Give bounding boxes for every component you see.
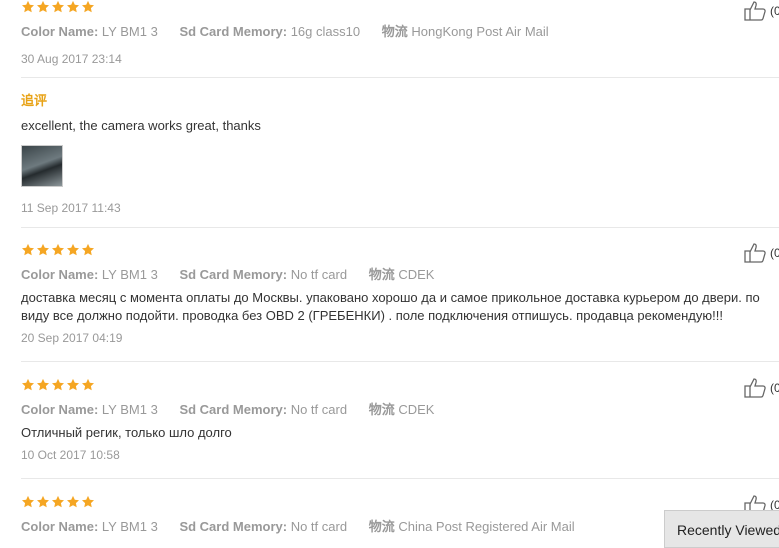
- color-name-value: LY BM1 3: [101, 519, 158, 534]
- shipping-value: HongKong Post Air Mail: [411, 24, 549, 39]
- sd-card-label: Sd Card Memory:: [179, 267, 288, 282]
- star-icon: [81, 243, 95, 256]
- rating-stars: [21, 378, 95, 392]
- shipping-label: 物流: [368, 402, 395, 417]
- star-icon: [21, 495, 35, 508]
- divider: [21, 478, 779, 479]
- divider: [21, 361, 779, 362]
- star-icon: [36, 0, 50, 13]
- recently-viewed-button[interactable]: Recently Viewed: [664, 510, 779, 548]
- star-icon: [51, 0, 65, 13]
- sd-card-label: Sd Card Memory:: [179, 519, 288, 534]
- rating-stars: [21, 495, 95, 509]
- star-icon: [21, 0, 35, 13]
- review-photo-thumbnail[interactable]: [21, 145, 63, 187]
- star-icon: [36, 378, 50, 391]
- followup-date: 11 Sep 2017 11:43: [21, 201, 121, 215]
- star-icon: [66, 495, 80, 508]
- review-meta: Color Name: LY BM1 3 Sd Card Memory: 16g…: [21, 21, 567, 40]
- shipping-value: CDEK: [398, 402, 435, 417]
- thumbs-up-icon: [744, 243, 766, 263]
- star-icon: [81, 0, 95, 13]
- sd-card-value: No tf card: [290, 267, 348, 282]
- star-icon: [51, 243, 65, 256]
- thumbs-up-icon: [744, 1, 766, 21]
- sd-card-label: Sd Card Memory:: [179, 402, 288, 417]
- color-name-label: Color Name:: [21, 519, 99, 534]
- thumbs-up-icon: [744, 378, 766, 398]
- shipping-label: 物流: [368, 519, 395, 534]
- star-icon: [21, 378, 35, 391]
- color-name-value: LY BM1 3: [101, 24, 158, 39]
- sd-card-label: Sd Card Memory:: [179, 24, 288, 39]
- shipping-value: CDEK: [398, 267, 435, 282]
- followup-text: excellent, the camera works great, thank…: [21, 118, 261, 133]
- helpful-count: (0: [770, 380, 779, 395]
- review-meta: Color Name: LY BM1 3 Sd Card Memory: No …: [21, 264, 452, 283]
- divider: [21, 227, 779, 228]
- rating-stars: [21, 243, 95, 257]
- helpful-count: (0: [770, 245, 779, 260]
- star-icon: [66, 243, 80, 256]
- review-date: 30 Aug 2017 23:14: [21, 52, 122, 66]
- shipping-value: China Post Registered Air Mail: [398, 519, 575, 534]
- sd-card-value: 16g class10: [290, 24, 361, 39]
- color-name-label: Color Name:: [21, 402, 99, 417]
- star-icon: [51, 378, 65, 391]
- divider: [21, 77, 779, 78]
- followup-label: 追评: [21, 93, 48, 108]
- color-name-value: LY BM1 3: [101, 402, 158, 417]
- star-icon: [36, 495, 50, 508]
- review-date: 20 Sep 2017 04:19: [21, 331, 123, 345]
- color-name-label: Color Name:: [21, 267, 99, 282]
- star-icon: [81, 378, 95, 391]
- star-icon: [21, 243, 35, 256]
- star-icon: [66, 378, 80, 391]
- shipping-label: 物流: [368, 267, 395, 282]
- helpful-button[interactable]: (0: [744, 242, 779, 263]
- helpful-count: (0: [770, 3, 779, 18]
- review-meta: Color Name: LY BM1 3 Sd Card Memory: No …: [21, 399, 452, 418]
- star-icon: [36, 243, 50, 256]
- color-name-label: Color Name:: [21, 24, 99, 39]
- review-text-line: виду все должно подойти. проводка без OB…: [21, 308, 723, 323]
- sd-card-value: No tf card: [290, 519, 348, 534]
- sd-card-value: No tf card: [290, 402, 348, 417]
- review-text-line: доставка месяц с момента оплаты до Москв…: [21, 290, 760, 305]
- star-icon: [51, 495, 65, 508]
- review-date: 10 Oct 2017 10:58: [21, 448, 120, 462]
- star-icon: [66, 0, 80, 13]
- color-name-value: LY BM1 3: [101, 267, 158, 282]
- helpful-button[interactable]: (0: [744, 0, 779, 21]
- helpful-button[interactable]: (0: [744, 377, 779, 398]
- shipping-label: 物流: [381, 24, 408, 39]
- review-text-line: Отличный регик, только шло долго: [21, 425, 232, 440]
- review-meta: Color Name: LY BM1 3 Sd Card Memory: No …: [21, 516, 593, 535]
- rating-stars: [21, 0, 95, 14]
- star-icon: [81, 495, 95, 508]
